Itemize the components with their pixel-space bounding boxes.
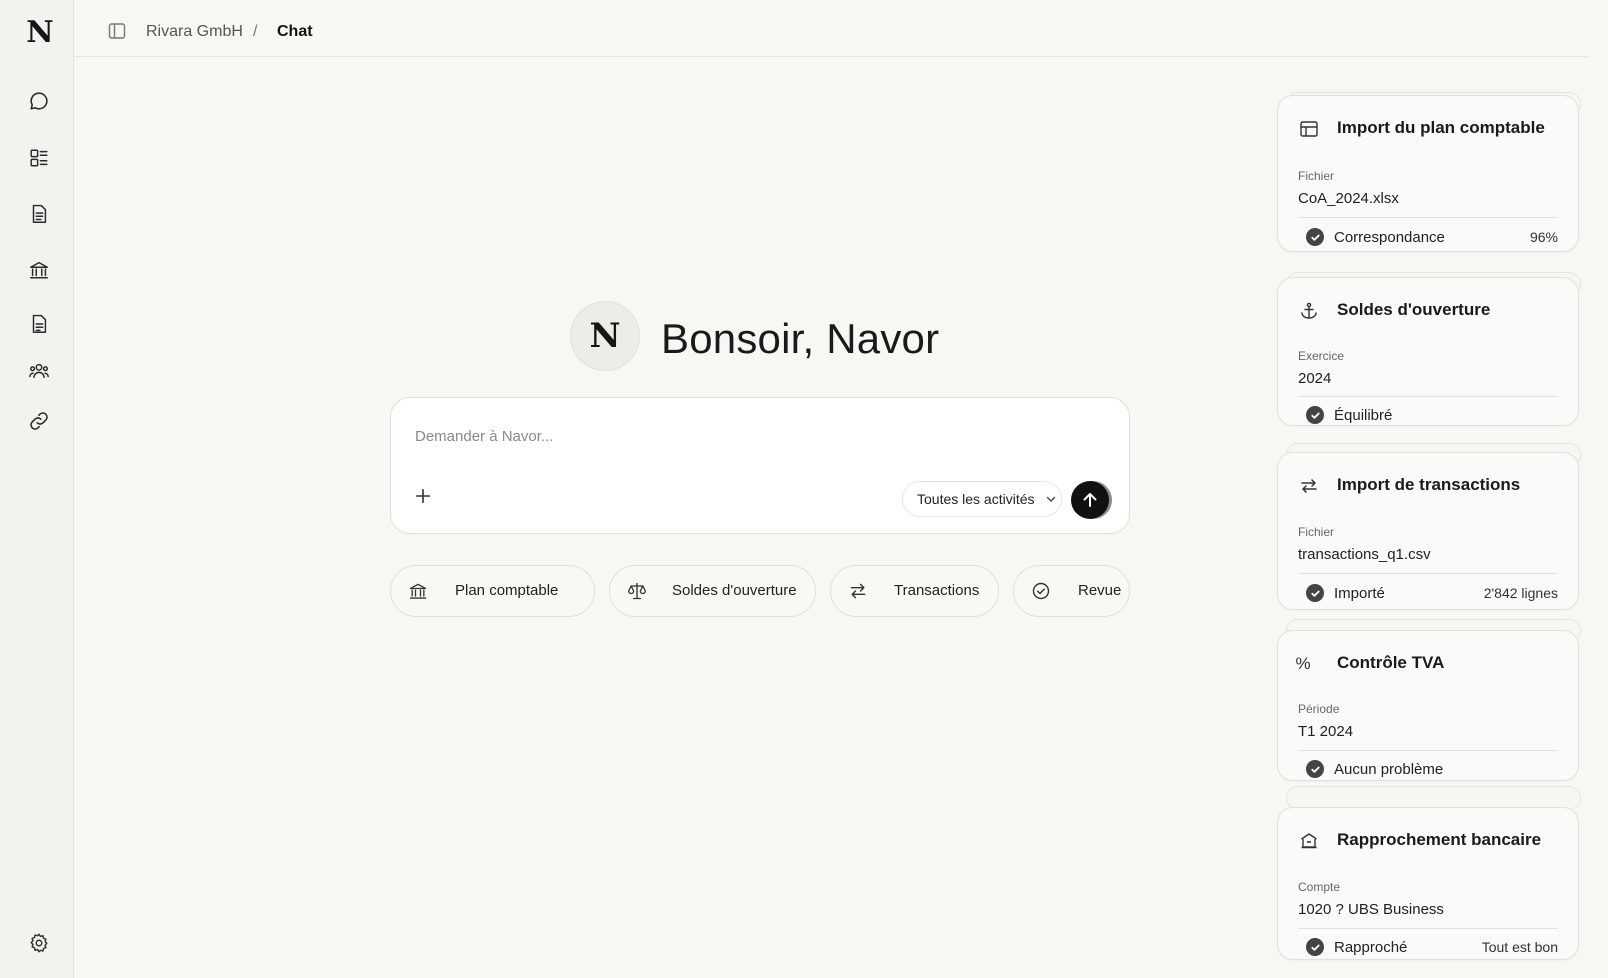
bank-icon bbox=[407, 580, 429, 602]
chat-input[interactable] bbox=[415, 424, 1095, 448]
card-divider bbox=[1298, 750, 1558, 751]
card-field-label: Fichier bbox=[1298, 169, 1335, 183]
quick-action-transactions[interactable]: Transactions bbox=[830, 565, 999, 617]
report-icon[interactable] bbox=[24, 309, 54, 339]
card-field-label: Compte bbox=[1298, 880, 1341, 894]
card-status-meta: Tout est bon bbox=[1481, 939, 1558, 955]
card-field-value: T1 2024 bbox=[1298, 723, 1354, 740]
dashboard-icon[interactable] bbox=[24, 143, 54, 173]
chevron-down-icon bbox=[1046, 496, 1055, 502]
chat-bubble-icon[interactable] bbox=[24, 86, 54, 116]
quick-action-label: Transactions bbox=[894, 582, 980, 599]
activity-card-opening-balances[interactable]: Soldes d'ouverture Exercice 2024 Équilib… bbox=[1277, 277, 1579, 426]
swap-arrows-icon bbox=[1298, 475, 1320, 497]
top-bar: Rivara GmbH / Chat bbox=[74, 0, 1590, 57]
quick-action-label: Revue bbox=[1078, 582, 1122, 599]
check-icon bbox=[1306, 406, 1324, 424]
breadcrumb-current: Chat bbox=[277, 23, 313, 40]
card-divider bbox=[1298, 396, 1558, 397]
card-field-label: Fichier bbox=[1298, 525, 1335, 539]
quick-action-label: Plan comptable bbox=[455, 582, 559, 599]
activity-filter-dropdown[interactable]: Toutes les activités bbox=[902, 481, 1062, 517]
card-status-meta: 96% bbox=[1529, 229, 1558, 245]
percent-icon: % bbox=[1295, 654, 1311, 673]
card-status-label: Importé bbox=[1334, 584, 1385, 602]
card-divider bbox=[1298, 217, 1558, 218]
quick-action-chart-of-accounts[interactable]: Plan comptable bbox=[390, 565, 595, 617]
card-title: Rapprochement bancaire bbox=[1337, 830, 1542, 849]
card-field-value: 2024 bbox=[1298, 370, 1332, 387]
arrow-up-icon bbox=[1083, 493, 1097, 507]
plus-icon bbox=[415, 488, 431, 504]
assistant-avatar: N bbox=[570, 301, 640, 371]
anchor-icon bbox=[1298, 300, 1320, 322]
card-field-value: transactions_q1.csv bbox=[1298, 546, 1431, 563]
greeting-title: Bonsoir, Navor bbox=[661, 315, 940, 362]
card-title: Contrôle TVA bbox=[1337, 653, 1445, 672]
scale-icon bbox=[626, 580, 648, 602]
activity-card-bank-reconciliation[interactable]: Rapprochement bancaire Compte 1020 ? UBS… bbox=[1277, 807, 1579, 960]
activity-card-coa-import[interactable]: Import du plan comptable Fichier CoA_202… bbox=[1277, 95, 1579, 252]
check-circle-icon bbox=[1030, 580, 1052, 602]
bank-building-icon bbox=[1298, 830, 1320, 852]
card-field-value: CoA_2024.xlsx bbox=[1298, 190, 1399, 207]
card-status: Correspondance 96% bbox=[1306, 227, 1558, 247]
card-status-label: Équilibré bbox=[1334, 406, 1393, 424]
card-title: Soldes d'ouverture bbox=[1337, 300, 1491, 319]
card-divider bbox=[1298, 573, 1558, 574]
quick-action-review[interactable]: Revue bbox=[1013, 565, 1130, 617]
card-status: Rapproché Tout est bon bbox=[1306, 937, 1558, 957]
chat-composer: Toutes les activités bbox=[390, 397, 1130, 534]
card-status-label: Aucun problème bbox=[1334, 760, 1444, 778]
card-divider bbox=[1298, 928, 1558, 929]
activity-card-transactions-import[interactable]: Import de transactions Fichier transacti… bbox=[1277, 452, 1579, 610]
card-field-label: Exercice bbox=[1298, 349, 1345, 363]
breadcrumb-organization[interactable]: Rivara GmbH bbox=[146, 22, 243, 42]
check-icon bbox=[1306, 584, 1324, 602]
bank-icon[interactable] bbox=[24, 255, 54, 285]
activity-card-vat-check[interactable]: % Contrôle TVA Période T1 2024 Aucun pro… bbox=[1277, 630, 1579, 781]
activity-filter-label: Toutes les activités bbox=[917, 491, 1035, 507]
check-icon bbox=[1306, 938, 1324, 956]
card-status: Importé 2'842 lignes bbox=[1306, 583, 1558, 603]
add-attachment-button[interactable] bbox=[411, 484, 435, 508]
card-status-label: Correspondance bbox=[1334, 228, 1445, 246]
table-icon bbox=[1298, 118, 1320, 140]
check-icon bbox=[1306, 228, 1324, 246]
sidebar: N bbox=[0, 0, 74, 978]
document-icon[interactable] bbox=[24, 199, 54, 229]
send-button[interactable] bbox=[1071, 481, 1109, 519]
card-title: Import du plan comptable bbox=[1337, 118, 1545, 137]
sidebar-toggle-icon[interactable] bbox=[108, 22, 126, 40]
app-logo[interactable]: N bbox=[25, 17, 55, 49]
card-status-label: Rapproché bbox=[1334, 938, 1408, 956]
card-status: Équilibré bbox=[1306, 405, 1558, 425]
users-icon[interactable] bbox=[24, 356, 54, 386]
check-icon bbox=[1306, 760, 1324, 778]
card-title: Import de transactions bbox=[1337, 475, 1521, 494]
card-field-label: Période bbox=[1298, 702, 1340, 716]
card-field-value: 1020 ? UBS Business bbox=[1298, 901, 1444, 918]
breadcrumb-separator: / bbox=[253, 23, 258, 40]
quick-action-opening-balances[interactable]: Soldes d'ouverture bbox=[609, 565, 816, 617]
gear-icon[interactable] bbox=[24, 928, 54, 958]
card-status: Aucun problème bbox=[1306, 759, 1558, 779]
quick-action-label: Soldes d'ouverture bbox=[672, 582, 797, 599]
swap-arrows-icon bbox=[847, 580, 869, 602]
card-status-meta: 2'842 lignes bbox=[1483, 585, 1558, 601]
link-icon[interactable] bbox=[24, 406, 54, 436]
